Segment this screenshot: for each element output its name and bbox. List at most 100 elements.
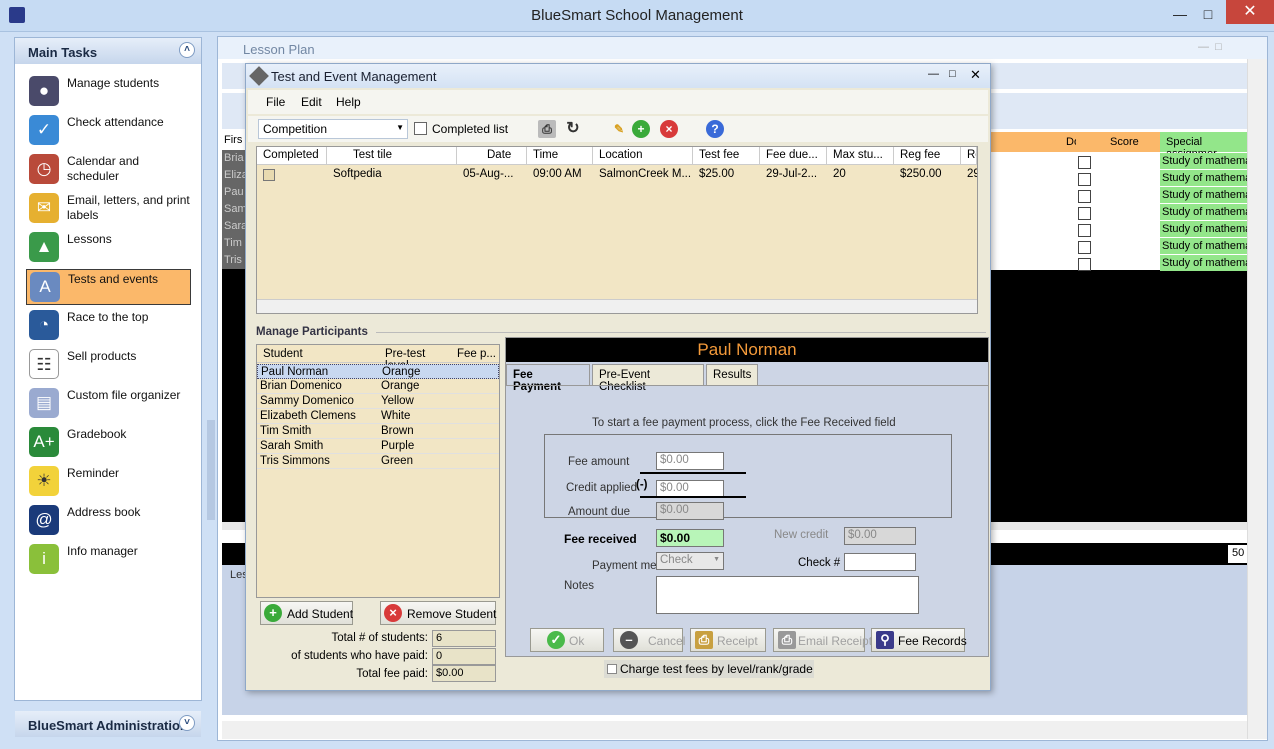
event-location[interactable]: SalmonCreek M...: [593, 166, 693, 182]
task-manage-students[interactable]: ● Manage students: [26, 74, 191, 110]
task-address-book[interactable]: @ Address book: [26, 503, 191, 539]
task-reminder[interactable]: ☀ Reminder: [26, 464, 191, 500]
participant-row[interactable]: Paul Norman Orange: [257, 364, 499, 379]
task-check-attendance[interactable]: ✓ Check attendance: [26, 113, 191, 149]
done-checkbox[interactable]: [1078, 156, 1091, 169]
collapse-icon[interactable]: ˄: [179, 42, 195, 58]
task-sell-products[interactable]: ☷ Sell products: [26, 347, 191, 383]
task-gradebook[interactable]: A+ Gradebook: [26, 425, 191, 461]
event-test-fee[interactable]: $25.00: [693, 166, 760, 182]
add-icon[interactable]: +: [632, 120, 650, 138]
special-cell[interactable]: Study of mathema: [1160, 187, 1249, 203]
participant-row[interactable]: Tim Smith Brown: [257, 424, 499, 439]
col-fee-due[interactable]: Fee due...: [760, 147, 827, 165]
task-label: Race to the top: [67, 310, 149, 324]
receipt-button[interactable]: ⎙ Receipt: [690, 628, 766, 652]
done-checkbox[interactable]: [1078, 207, 1091, 220]
edit-icon[interactable]: ✎: [610, 120, 628, 138]
col-location[interactable]: Location: [593, 147, 693, 165]
event-time[interactable]: 09:00 AM: [527, 166, 593, 182]
event-date[interactable]: 05-Aug-...: [457, 166, 527, 182]
participant-row[interactable]: Tris Simmons Green: [257, 454, 499, 469]
task-race-to-top[interactable]: ◔ Race to the top: [26, 308, 191, 344]
task-calendar[interactable]: ◷ Calendar and scheduler: [26, 152, 191, 188]
payment-method-dropdown[interactable]: Check ▼: [656, 552, 724, 570]
tab-results[interactable]: Results: [706, 364, 758, 385]
horizontal-scrollbar[interactable]: [222, 721, 1247, 739]
events-hscroll[interactable]: [257, 299, 977, 313]
task-info-manager[interactable]: i Info manager: [26, 542, 191, 578]
col-fee-paid[interactable]: Fee p...: [451, 345, 499, 363]
dialog-close-button[interactable]: ✕: [970, 67, 981, 83]
event-fee-due[interactable]: 29-Jul-2...: [760, 166, 827, 182]
completed-list-checkbox[interactable]: [414, 122, 427, 135]
special-cell[interactable]: Study of mathema: [1160, 170, 1249, 186]
participant-row[interactable]: Brian Domenico Orange: [257, 379, 499, 394]
col-date[interactable]: Date: [457, 147, 527, 165]
maximize-button[interactable]: □: [1196, 4, 1220, 24]
col-time[interactable]: Time: [527, 147, 593, 165]
col-reg[interactable]: Re: [961, 147, 977, 165]
cancel-button[interactable]: – Cancel: [613, 628, 685, 652]
special-cell[interactable]: Study of mathema: [1160, 153, 1249, 169]
dialog-minimize-button[interactable]: —: [928, 68, 939, 80]
close-button[interactable]: ✕: [1226, 0, 1274, 24]
remove-student-button[interactable]: × Remove Student: [380, 601, 496, 625]
ok-button[interactable]: ✓ Ok: [530, 628, 604, 652]
dialog-maximize-button[interactable]: □: [949, 68, 956, 80]
col-test-fee[interactable]: Test fee: [693, 147, 760, 165]
print-icon[interactable]: ⎙: [538, 120, 556, 138]
done-checkbox[interactable]: [1078, 258, 1091, 271]
participant-row[interactable]: Sarah Smith Purple: [257, 439, 499, 454]
task-lessons[interactable]: ▲ Lessons: [26, 230, 191, 266]
splitter[interactable]: [207, 420, 215, 520]
tab-fee-payment[interactable]: Fee Payment: [506, 364, 590, 393]
expand-icon[interactable]: ˅: [179, 715, 195, 731]
fee-received-field[interactable]: $0.00: [656, 529, 724, 547]
fee-records-button[interactable]: ⚲ Fee Records: [871, 628, 967, 652]
special-cell[interactable]: Study of mathema: [1160, 221, 1249, 237]
col-max-students[interactable]: Max stu...: [827, 147, 894, 165]
done-checkbox[interactable]: [1078, 241, 1091, 254]
add-student-button[interactable]: + Add Student: [260, 601, 353, 625]
fee-amount-field[interactable]: $0.00: [656, 452, 724, 470]
event-title[interactable]: Softpedia: [327, 166, 457, 182]
participant-row[interactable]: Elizabeth Clemens White: [257, 409, 499, 424]
vertical-scrollbar[interactable]: [1247, 59, 1267, 739]
email-receipt-button[interactable]: ⎙ Email Receipt: [773, 628, 872, 652]
special-cell[interactable]: Study of mathema: [1160, 204, 1249, 220]
task-tests-events[interactable]: A Tests and events: [26, 269, 191, 305]
col-completed[interactable]: Completed: [257, 147, 327, 165]
done-checkbox[interactable]: [1078, 190, 1091, 203]
col-student[interactable]: Student: [257, 345, 379, 363]
col-test-title[interactable]: Test tile: [327, 147, 457, 165]
help-icon[interactable]: ?: [706, 120, 724, 138]
refresh-icon[interactable]: ↻: [564, 120, 582, 138]
event-reg-fee[interactable]: $250.00: [894, 166, 961, 182]
event-max-students[interactable]: 20: [827, 166, 894, 182]
menu-file[interactable]: File: [266, 95, 285, 109]
main-tasks-header[interactable]: Main Tasks ˄: [15, 38, 201, 64]
notes-field[interactable]: [656, 576, 919, 614]
charge-by-level-option[interactable]: Charge test fees by level/rank/grade: [604, 660, 814, 678]
minimize-button[interactable]: —: [1168, 4, 1192, 24]
delete-icon[interactable]: ×: [660, 120, 678, 138]
col-reg-fee[interactable]: Reg fee: [894, 147, 961, 165]
done-checkbox[interactable]: [1078, 224, 1091, 237]
event-reg[interactable]: 29-: [961, 166, 977, 182]
special-cell[interactable]: Study of mathema: [1160, 255, 1249, 271]
task-email-letters[interactable]: ✉ Email, letters, and print labels: [26, 191, 191, 227]
participant-row[interactable]: Sammy Domenico Yellow: [257, 394, 499, 409]
charge-by-level-checkbox[interactable]: [607, 664, 617, 674]
admin-header[interactable]: BlueSmart Administration ˅: [15, 711, 201, 737]
tab-pre-event-checklist[interactable]: Pre-Event Checklist: [592, 364, 704, 393]
menu-edit[interactable]: Edit: [301, 95, 322, 109]
completed-checkbox[interactable]: [263, 169, 275, 181]
category-dropdown[interactable]: Competition ▼: [258, 119, 408, 139]
check-number-field[interactable]: [844, 553, 916, 571]
col-pretest-level[interactable]: Pre-test level: [379, 345, 451, 372]
done-checkbox[interactable]: [1078, 173, 1091, 186]
task-file-organizer[interactable]: ▤ Custom file organizer: [26, 386, 191, 422]
menu-help[interactable]: Help: [336, 95, 361, 109]
special-cell[interactable]: Study of mathema: [1160, 238, 1249, 254]
